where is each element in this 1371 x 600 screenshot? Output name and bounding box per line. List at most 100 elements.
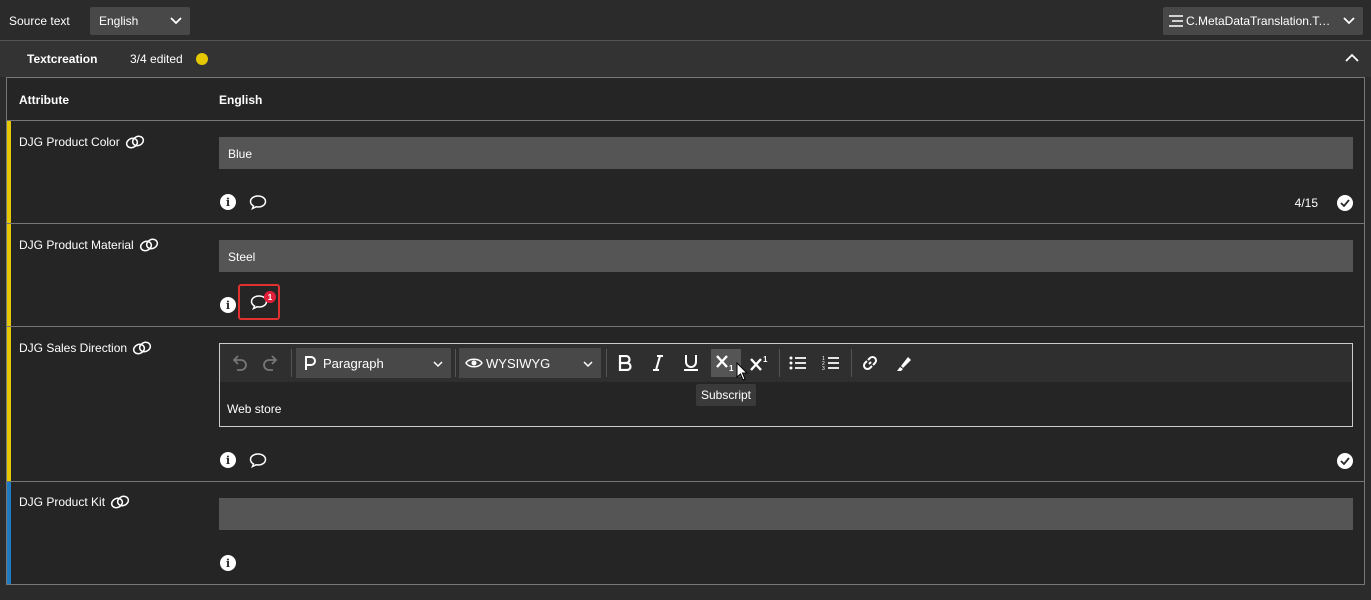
check-icon[interactable]	[1337, 453, 1353, 469]
comment-button[interactable]: 1	[238, 284, 280, 320]
comment-count-badge: 1	[264, 291, 276, 303]
translation-input[interactable]: Steel	[219, 240, 1353, 272]
underline-icon	[684, 355, 698, 371]
status-bar	[7, 121, 11, 223]
attribute-name: DJG Product Color	[19, 135, 120, 149]
status-bar	[7, 224, 11, 326]
translation-value: Steel	[228, 250, 256, 264]
superscript-icon: 1	[750, 355, 768, 371]
view-mode-value: WYSIWYG	[486, 355, 551, 371]
column-header-english: English	[219, 93, 263, 107]
character-count: 4/15	[1294, 196, 1318, 210]
toolbar-divider	[606, 349, 607, 377]
paragraph-format-value: Paragraph	[323, 355, 384, 371]
paragraph-format-select[interactable]: Paragraph	[296, 348, 451, 378]
numbered-list-icon: 123	[822, 356, 839, 371]
chevron-down-icon	[170, 17, 182, 25]
table-header: Attribute English	[7, 78, 1364, 121]
comment-button[interactable]	[249, 451, 267, 469]
subscript-icon: 1	[716, 355, 734, 372]
comment-icon	[249, 195, 267, 210]
attribute-name: DJG Product Kit	[19, 495, 106, 509]
column-header-attribute: Attribute	[19, 93, 69, 107]
tree-list-icon	[1169, 15, 1183, 27]
check-icon[interactable]	[1337, 195, 1353, 211]
bullet-list-icon	[789, 356, 806, 370]
mouse-cursor-icon	[736, 362, 749, 381]
bold-icon	[618, 355, 632, 371]
paragraph-icon	[305, 356, 316, 370]
info-icon: i	[220, 452, 236, 468]
attribute-label: DJG Product Material	[19, 238, 159, 252]
svg-text:1: 1	[729, 364, 734, 372]
source-language-select[interactable]: English	[90, 7, 190, 35]
undo-button[interactable]	[226, 349, 252, 377]
table-row: DJG Product Kit i	[7, 482, 1364, 584]
chevron-up-icon[interactable]	[1345, 53, 1359, 63]
toolbar-divider	[779, 349, 780, 377]
svg-text:3: 3	[822, 366, 825, 371]
view-mode-select[interactable]: WYSIWYG	[459, 348, 601, 378]
comment-icon	[249, 453, 267, 468]
info-icon: i	[220, 194, 236, 210]
attribute-name: DJG Sales Direction	[19, 341, 128, 355]
attribute-label: DJG Sales Direction	[19, 341, 152, 355]
highlighter-icon	[897, 357, 911, 371]
editor-toolbar: Paragraph WYSIWYG 1 1 1 2 3	[220, 344, 1352, 382]
redo-icon	[263, 355, 278, 371]
section-title: Textcreation	[27, 52, 98, 66]
link-icon[interactable]	[132, 341, 152, 355]
info-button[interactable]: i	[219, 296, 237, 314]
chevron-down-icon	[1343, 17, 1355, 25]
context-select[interactable]: C.MetaDataTranslation.Te…	[1163, 7, 1363, 35]
underline-button[interactable]	[678, 349, 704, 377]
toolbar-divider	[455, 349, 456, 377]
numbered-list-button[interactable]: 123	[818, 349, 844, 377]
rich-text-editor[interactable]: Paragraph WYSIWYG 1 1 1 2 3 Web store Su…	[219, 343, 1353, 427]
tooltip-subscript: Subscript	[696, 384, 756, 406]
translation-value: Blue	[228, 147, 253, 161]
editor-content[interactable]: Web store	[227, 402, 281, 416]
info-icon: i	[220, 555, 236, 571]
table-row: DJG Product Color Blue i 4/15	[7, 121, 1364, 224]
attribute-label: DJG Product Kit	[19, 495, 130, 509]
italic-icon	[653, 355, 663, 371]
redo-button[interactable]	[258, 349, 284, 377]
link-button[interactable]	[857, 349, 883, 377]
source-language-value: English	[99, 14, 139, 28]
italic-button[interactable]	[645, 349, 671, 377]
bold-button[interactable]	[612, 349, 638, 377]
highlight-button[interactable]	[891, 349, 917, 377]
info-button[interactable]: i	[219, 554, 237, 572]
attribute-label: DJG Product Color	[19, 135, 145, 149]
link-icon	[862, 355, 878, 371]
undo-icon	[232, 355, 247, 371]
translation-input[interactable]: Blue	[219, 137, 1353, 169]
translation-table: Attribute English DJG Product Color Blue…	[6, 77, 1365, 585]
table-row: DJG Sales Direction Paragraph WYSIWYG 1 …	[7, 327, 1364, 482]
bullet-list-button[interactable]	[785, 349, 811, 377]
link-icon[interactable]	[110, 495, 130, 509]
link-icon[interactable]	[139, 238, 159, 252]
translation-input[interactable]	[219, 498, 1353, 530]
svg-text:1: 1	[763, 355, 768, 364]
chevron-down-icon	[433, 361, 443, 368]
attribute-name: DJG Product Material	[19, 238, 134, 252]
link-icon[interactable]	[125, 135, 145, 149]
info-button[interactable]: i	[219, 193, 237, 211]
toolbar-divider	[851, 349, 852, 377]
top-bar: Source text English C.MetaDataTranslatio…	[0, 0, 1371, 41]
toolbar-divider	[291, 349, 292, 377]
info-icon: i	[220, 297, 236, 313]
chevron-down-icon	[583, 361, 593, 368]
context-value: C.MetaDataTranslation.Te…	[1186, 14, 1336, 28]
source-text-label: Source text	[9, 14, 70, 28]
edited-count: 3/4 edited	[130, 52, 183, 66]
eye-icon	[465, 358, 483, 368]
status-bar	[7, 327, 11, 481]
table-row: DJG Product Material Steel i 1	[7, 224, 1364, 327]
info-button[interactable]: i	[219, 451, 237, 469]
superscript-button[interactable]: 1	[747, 349, 773, 377]
status-bar	[7, 482, 11, 584]
comment-button[interactable]	[249, 193, 267, 211]
